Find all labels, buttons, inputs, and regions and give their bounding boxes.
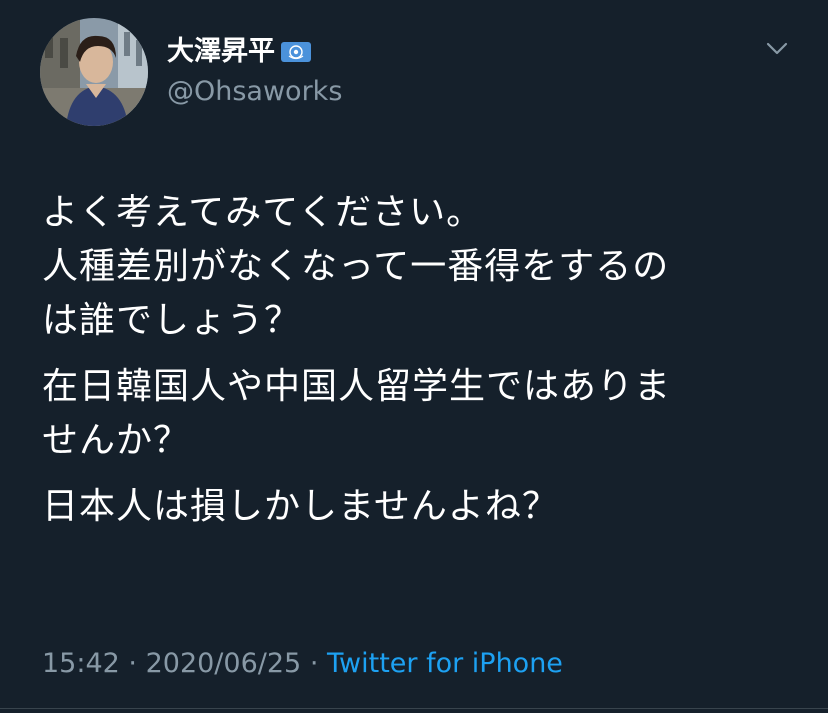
- display-name-row[interactable]: 大澤昇平: [167, 36, 311, 68]
- un-flag-icon: [281, 42, 311, 62]
- profile-photo: [40, 18, 148, 126]
- tweet-paragraph: 日本人は損しかしませんよね？: [42, 480, 802, 534]
- tweet-date: 2020/06/25: [145, 648, 302, 679]
- display-name[interactable]: 大澤昇平: [167, 36, 275, 68]
- tweet-meta: 15:42 · 2020/06/25 · Twitter for iPhone: [42, 646, 563, 682]
- tweet-line: せんか？: [42, 420, 191, 461]
- tweet-text: よく考えてみてください。 人種差別がなくなって一番得をするの は誰でしょう？ 在…: [42, 186, 802, 546]
- meta-separator: ·: [309, 648, 319, 679]
- avatar[interactable]: [40, 18, 148, 126]
- tweet-line: は誰でしょう？: [42, 300, 302, 341]
- user-handle[interactable]: @Ohsaworks: [167, 76, 342, 108]
- meta-separator: ·: [128, 648, 137, 679]
- tweet-line: よく考えてみてください。: [42, 192, 484, 233]
- chevron-down-icon[interactable]: [766, 42, 788, 56]
- tweet-paragraph: よく考えてみてください。 人種差別がなくなって一番得をするの は誰でしょう？: [42, 186, 802, 348]
- tweet-time: 15:42: [42, 648, 120, 679]
- divider: [0, 708, 828, 709]
- tweet-source-link[interactable]: Twitter for iPhone: [327, 648, 563, 679]
- tweet-line: 人種差別がなくなって一番得をするの: [42, 246, 670, 287]
- tweet-line: 在日韓国人や中国人留学生ではありま: [42, 366, 672, 407]
- tweet-paragraph: 在日韓国人や中国人留学生ではありま せんか？: [42, 360, 802, 468]
- tweet-line: 日本人は損しかしませんよね？: [42, 486, 559, 527]
- tweet-card: 大澤昇平 @Ohsaworks よく考えてみてください。 人種差別がなくなって一…: [0, 0, 828, 713]
